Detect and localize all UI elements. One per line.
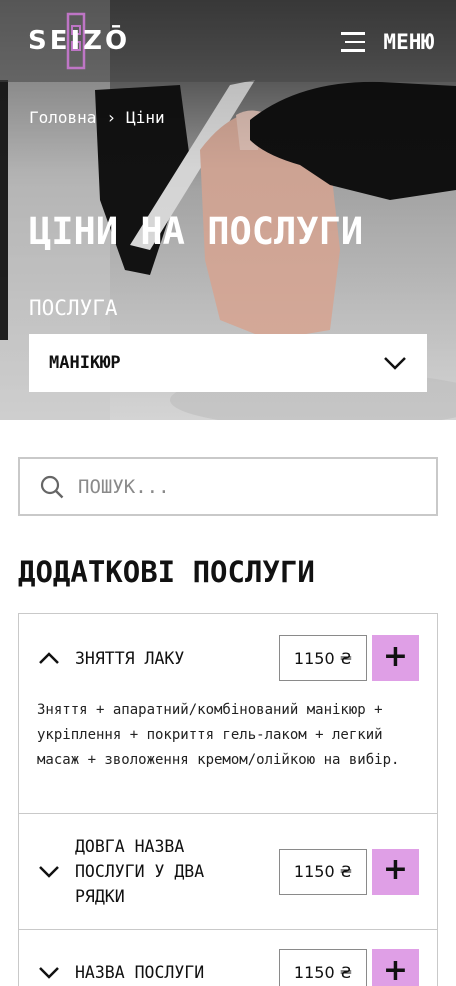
menu-button[interactable]: МЕНЮ: [341, 28, 434, 56]
menu-label: МЕНЮ: [383, 30, 434, 54]
add-button[interactable]: +: [372, 635, 419, 681]
search-input[interactable]: [78, 475, 398, 498]
chevron-down-icon[interactable]: [37, 860, 61, 884]
list-item: ДОВГА НАЗВА ПОСЛУГИ У ДВА РЯДКИ 1150 ₴ +: [19, 813, 437, 929]
service-price: 1150 ₴: [279, 848, 367, 895]
service-select[interactable]: МАНІКЮР: [29, 334, 427, 392]
breadcrumb-home-link[interactable]: Головна: [29, 108, 96, 127]
service-price: 1150 ₴: [279, 635, 367, 681]
add-button[interactable]: +: [372, 848, 419, 895]
service-description: Зняття + апаратний/комбінований манікюр …: [37, 702, 400, 768]
plus-icon: +: [382, 638, 409, 674]
chevron-up-icon[interactable]: [37, 646, 61, 670]
search-box[interactable]: [18, 457, 438, 516]
service-select-value: МАНІКЮР: [49, 353, 121, 373]
chevron-down-icon[interactable]: [37, 960, 61, 984]
logo-text: SEIZŌ: [28, 26, 131, 56]
add-button[interactable]: +: [372, 949, 419, 986]
breadcrumb-current: Ціни: [126, 108, 165, 127]
chevron-down-icon: [384, 357, 406, 370]
list-item-header[interactable]: ЗНЯТТЯ ЛАКУ 1150 ₴ +: [19, 614, 437, 698]
services-list: ЗНЯТТЯ ЛАКУ 1150 ₴ + Зняття + апаратний/…: [18, 613, 438, 986]
service-select-label: ПОСЛУГА: [29, 296, 118, 320]
list-item-header[interactable]: ДОВГА НАЗВА ПОСЛУГИ У ДВА РЯДКИ 1150 ₴ +: [19, 814, 437, 929]
section-title: ДОДАТКОВІ ПОСЛУГИ: [18, 555, 315, 589]
list-item-header[interactable]: НАЗВА ПОСЛУГИ 1150 ₴ +: [19, 930, 437, 986]
list-item: НАЗВА ПОСЛУГИ 1150 ₴ +: [19, 929, 437, 986]
breadcrumb: Головна › Ціни: [29, 108, 165, 127]
hamburger-icon: [341, 32, 366, 52]
service-price: 1150 ₴: [279, 949, 367, 986]
page-title: ЦІНИ НА ПОСЛУГИ: [29, 210, 364, 253]
service-name: НАЗВА ПОСЛУГИ: [75, 962, 205, 982]
logo[interactable]: SEIZŌ: [28, 12, 131, 70]
list-item: ЗНЯТТЯ ЛАКУ 1150 ₴ + Зняття + апаратний/…: [19, 613, 437, 813]
plus-icon: +: [382, 852, 409, 887]
plus-icon: +: [382, 952, 409, 986]
site-header: SEIZŌ МЕНЮ: [0, 0, 456, 82]
search-icon: [40, 475, 64, 498]
service-name: ЗНЯТТЯ ЛАКУ: [75, 648, 185, 668]
chevron-right-icon: ›: [106, 108, 117, 127]
service-name: ДОВГА НАЗВА ПОСЛУГИ У ДВА РЯДКИ: [75, 837, 205, 906]
